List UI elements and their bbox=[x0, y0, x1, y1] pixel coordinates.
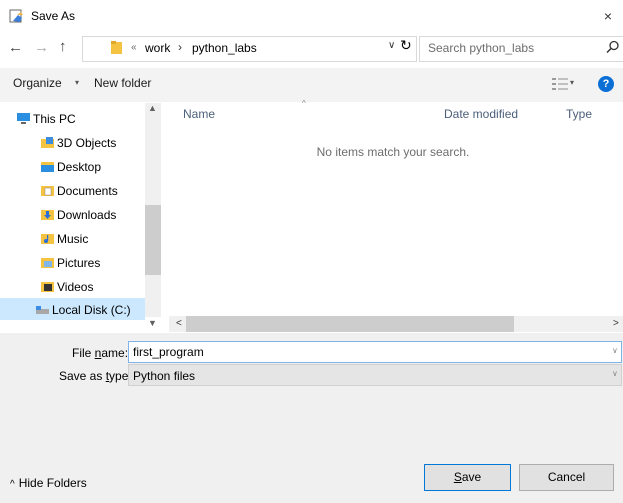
chevron-down-icon[interactable]: ▾ bbox=[570, 78, 574, 87]
title-bar bbox=[0, 0, 623, 32]
sort-indicator-icon: ^ bbox=[302, 99, 306, 108]
sidebar-item-label: 3D Objects bbox=[57, 136, 117, 150]
sidebar-item-label: Music bbox=[57, 232, 89, 246]
sidebar-item-label: Desktop bbox=[57, 160, 102, 174]
sidebar-item-this-pc[interactable]: This PC bbox=[17, 108, 76, 130]
chevron-up-icon: ^ bbox=[10, 479, 15, 490]
sidebar-item-music[interactable]: Music bbox=[41, 228, 88, 250]
save-as-type-label: Save as type: bbox=[59, 369, 132, 383]
empty-message: No items match your search. bbox=[316, 145, 470, 159]
close-button[interactable]: × bbox=[597, 6, 619, 26]
scroll-up-icon[interactable]: ▲ bbox=[148, 103, 157, 113]
sidebar-item-desktop[interactable]: Desktop bbox=[41, 156, 101, 178]
new-folder-button[interactable]: New folder bbox=[94, 76, 151, 90]
cancel-button[interactable]: Cancel bbox=[519, 464, 614, 491]
breadcrumb-work[interactable]: work bbox=[145, 41, 170, 55]
scroll-down-icon[interactable]: ▼ bbox=[148, 318, 157, 328]
sidebar-item-pictures[interactable]: Pictures bbox=[41, 252, 100, 274]
search-placeholder: Search python_labs bbox=[428, 41, 535, 55]
sidebar-item-label: Downloads bbox=[57, 208, 117, 222]
music-icon bbox=[41, 234, 54, 245]
sidebar-item-videos[interactable]: Videos bbox=[41, 276, 93, 298]
up-arrow-icon[interactable]: ↑ bbox=[59, 38, 67, 56]
refresh-icon[interactable]: ↻ bbox=[400, 37, 412, 54]
chevron-down-icon[interactable]: ∨ bbox=[612, 346, 618, 355]
folder-icon bbox=[111, 41, 122, 54]
chevron-down-icon[interactable]: ∨ bbox=[388, 40, 395, 51]
search-icon[interactable] bbox=[606, 40, 620, 54]
sidebar-item-downloads[interactable]: Downloads bbox=[41, 204, 116, 226]
forward-arrow-icon[interactable]: → bbox=[34, 39, 49, 57]
breadcrumb-python-labs[interactable]: python_labs bbox=[192, 41, 257, 55]
sidebar-item-label: This PC bbox=[33, 112, 76, 126]
sidebar-item-3d-objects[interactable]: 3D Objects bbox=[41, 132, 116, 154]
organize-button[interactable]: Organize bbox=[13, 76, 62, 90]
save-button[interactable]: Save bbox=[424, 464, 511, 491]
pictures-icon bbox=[41, 258, 54, 269]
scroll-left-icon[interactable]: < bbox=[176, 318, 182, 329]
videos-icon bbox=[41, 282, 54, 293]
documents-icon bbox=[41, 186, 54, 197]
breadcrumb-overflow[interactable]: « bbox=[131, 42, 137, 53]
column-header-type[interactable]: Type bbox=[566, 107, 592, 121]
sidebar-item-local-disk[interactable]: Local Disk (C:) bbox=[36, 299, 131, 321]
hide-folders-button[interactable]: ^ Hide Folders bbox=[10, 476, 87, 490]
breadcrumb-separator[interactable]: › bbox=[178, 40, 182, 54]
save-as-type-select[interactable] bbox=[128, 364, 622, 386]
local-disk-icon bbox=[36, 306, 49, 315]
scroll-right-icon[interactable]: > bbox=[613, 318, 619, 329]
pc-icon bbox=[17, 113, 30, 125]
horizontal-scrollbar-thumb[interactable] bbox=[186, 316, 514, 332]
back-arrow-icon[interactable]: ← bbox=[8, 39, 23, 57]
column-header-date-modified[interactable]: Date modified bbox=[444, 107, 518, 121]
hide-folders-label: Hide Folders bbox=[18, 476, 87, 490]
downloads-icon bbox=[41, 210, 54, 221]
window-title: Save As bbox=[31, 9, 76, 23]
view-options-icon[interactable] bbox=[552, 78, 568, 90]
sidebar-item-label: Videos bbox=[57, 280, 94, 294]
save-as-type-value: Python files bbox=[133, 369, 196, 383]
help-icon[interactable]: ? bbox=[598, 76, 614, 92]
file-name-input[interactable] bbox=[128, 341, 622, 363]
sidebar-item-label: Pictures bbox=[57, 256, 101, 270]
file-list bbox=[163, 103, 623, 317]
save-as-app-icon bbox=[9, 9, 23, 23]
3d-objects-icon bbox=[41, 137, 54, 149]
column-header-name[interactable]: Name bbox=[183, 107, 215, 121]
file-name-label: File name: bbox=[72, 346, 129, 360]
chevron-down-icon[interactable]: ∨ bbox=[612, 369, 618, 378]
sidebar-item-documents[interactable]: Documents bbox=[41, 180, 118, 202]
sidebar-scrollbar-thumb[interactable] bbox=[145, 205, 161, 275]
chevron-down-icon[interactable]: ▾ bbox=[75, 78, 79, 87]
sidebar-item-label: Local Disk (C:) bbox=[52, 303, 131, 317]
desktop-icon bbox=[41, 162, 54, 173]
sidebar-item-label: Documents bbox=[57, 184, 118, 198]
